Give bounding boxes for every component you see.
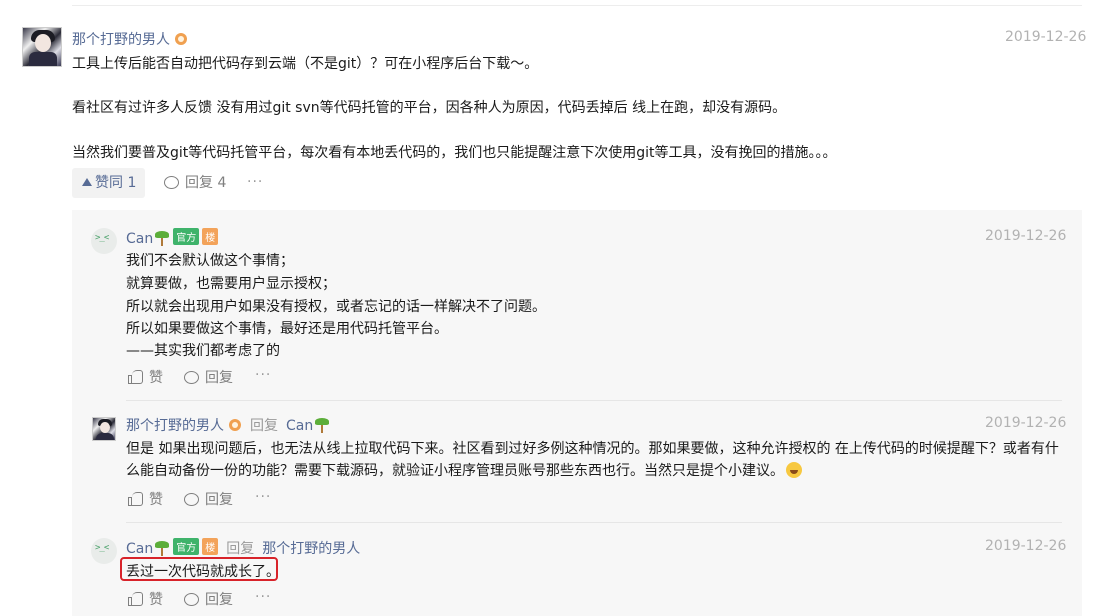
reply-to-name[interactable]: Can	[286, 418, 313, 434]
post-header: 那个打野的男人	[72, 29, 188, 49]
upvote-button[interactable]: 赞同 1	[72, 168, 145, 198]
medal-icon	[228, 416, 242, 432]
upvote-icon	[82, 178, 92, 186]
reply-line: 我们不会默认做这个事情；	[126, 253, 294, 269]
like-button[interactable]: 赞	[128, 589, 163, 609]
reply-line-text: 么能自动备份一份的功能？需要下载源码，就验证小程序管理员账号那些东西也行。当然只…	[126, 463, 784, 479]
thumbs-up-icon	[128, 492, 143, 506]
more-button[interactable]: ···	[255, 367, 271, 383]
reply-date: 2019-12-26	[985, 538, 1067, 554]
reply-button[interactable]: 回复	[184, 367, 233, 387]
top-divider	[72, 5, 1082, 6]
reply-author-name[interactable]: 那个打野的男人	[126, 418, 224, 434]
reply-line: 所以如果要做这个事情，最好还是用代码托管平台。	[126, 321, 448, 337]
reply-date: 2019-12-26	[985, 228, 1067, 244]
reply-button[interactable]: 回复 4	[164, 168, 226, 198]
post-date: 2019-12-26	[1005, 29, 1087, 45]
reply-avatar[interactable]	[91, 538, 117, 564]
reply-button[interactable]: 回复	[184, 589, 233, 609]
post-line-3: 当然我们要普及git等代码托管平台，每次看有本地丢代码的，我们也只能提醒注意下次…	[72, 145, 837, 161]
reply-divider	[126, 522, 1062, 523]
post-line-2: 看社区有过许多人反馈 没有用过git svn等代码托管的平台，因各种人为原因，代…	[72, 100, 787, 116]
thumbs-up-icon	[128, 370, 143, 384]
post-author-name[interactable]: 那个打野的男人	[72, 32, 170, 48]
comment-icon	[184, 371, 199, 384]
reply-avatar[interactable]	[91, 228, 117, 254]
like-label: 赞	[149, 592, 163, 608]
like-button[interactable]: 赞	[128, 367, 163, 387]
more-button[interactable]: ···	[255, 489, 271, 505]
reply-author-name[interactable]: Can	[126, 541, 153, 557]
reply-label: 回复	[205, 492, 233, 508]
reply-to-word: 回复	[250, 418, 278, 434]
reply-line: 所以就会出现用户如果没有授权，或者忘记的话一样解决不了问题。	[126, 299, 546, 315]
reply-button[interactable]: 回复	[184, 489, 233, 509]
reply-line: ——其实我们都考虑了的	[126, 343, 280, 359]
reply-label: 回复	[205, 370, 233, 386]
comment-icon	[184, 593, 199, 606]
floor-badge: 楼	[202, 228, 219, 245]
official-badge: 官方	[173, 538, 200, 555]
reply-to-name[interactable]: 那个打野的男人	[262, 541, 360, 557]
more-button[interactable]: ···	[247, 174, 263, 190]
author-avatar[interactable]	[22, 27, 62, 67]
reply-line: 丢过一次代码就成长了。	[126, 564, 280, 580]
palm-tree-icon	[154, 230, 170, 246]
reply-label: 回复	[205, 592, 233, 608]
reply-avatar[interactable]	[92, 417, 116, 441]
reply-header: Can 官方楼	[126, 228, 219, 247]
laughing-emoji-icon	[786, 462, 802, 478]
reply-line: 但是 如果出现问题后，也无法从线上拉取代码下来。社区看到过好多例这种情况的。那如…	[126, 441, 1059, 457]
reply-to-word: 回复	[226, 541, 255, 557]
palm-tree-icon	[314, 417, 330, 433]
reply-author-name[interactable]: Can	[126, 231, 153, 247]
reply-divider	[126, 400, 1062, 401]
reply-line: 就算要做，也需要用户显示授权；	[126, 276, 336, 292]
upvote-label: 赞同 1	[95, 175, 137, 191]
reply-header: Can 官方楼回复 那个打野的男人	[126, 538, 360, 558]
thumbs-up-icon	[128, 592, 143, 606]
comment-icon	[184, 493, 199, 506]
comment-icon	[164, 176, 179, 189]
palm-tree-icon	[154, 540, 170, 556]
floor-badge: 楼	[202, 538, 219, 555]
post-line-1: 工具上传后能否自动把代码存到云端（不是git）？可在小程序后台下载～。	[72, 56, 539, 72]
reply-header: 那个打野的男人 回复 Can	[126, 415, 330, 435]
like-label: 赞	[149, 370, 163, 386]
reply-date: 2019-12-26	[985, 415, 1067, 431]
medal-icon	[174, 30, 188, 46]
like-label: 赞	[149, 492, 163, 508]
official-badge: 官方	[173, 228, 200, 245]
reply-line: 么能自动备份一份的功能？需要下载源码，就验证小程序管理员账号那些东西也行。当然只…	[126, 460, 802, 480]
like-button[interactable]: 赞	[128, 489, 163, 509]
reply-label: 回复 4	[185, 175, 227, 191]
more-button[interactable]: ···	[255, 589, 271, 605]
